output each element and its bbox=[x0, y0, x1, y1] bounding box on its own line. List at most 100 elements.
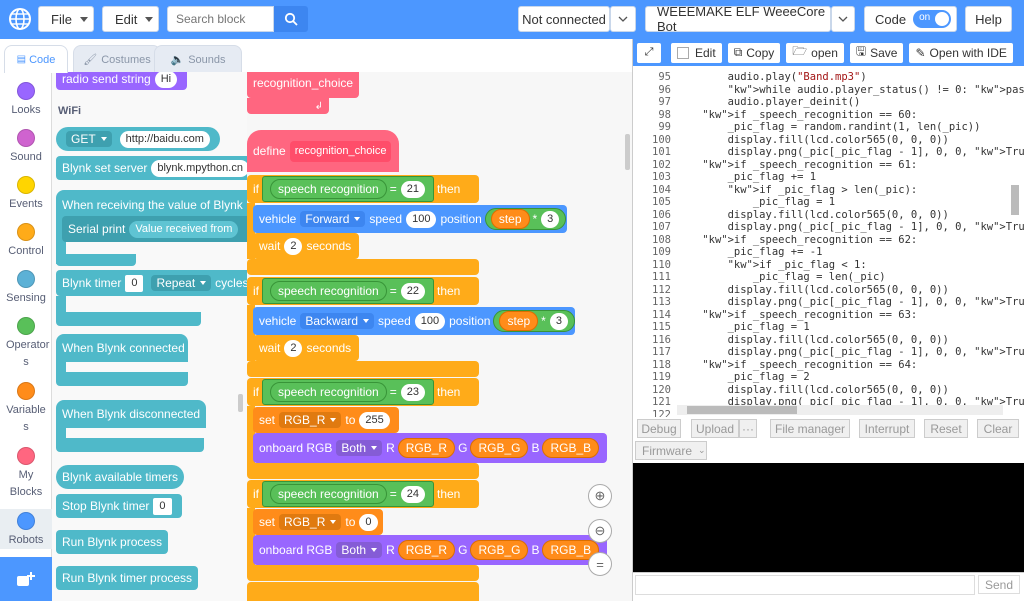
run-blynk-timer-process-block[interactable]: Run Blynk timer process bbox=[56, 566, 199, 590]
code-editor[interactable]: 95 audio.play("Band.mp3") 96 "kw">while a… bbox=[633, 67, 1024, 417]
set-variable-block[interactable]: set RGB_R to 0 bbox=[253, 509, 383, 535]
speed-input[interactable]: 100 bbox=[414, 312, 446, 330]
http-get-block[interactable]: GET http://baidu.com bbox=[56, 127, 220, 151]
search-button[interactable] bbox=[274, 6, 308, 32]
expand-button[interactable]: ⤢ bbox=[637, 42, 661, 63]
equals-operator[interactable]: speech recognition = 24 bbox=[262, 481, 434, 507]
category-my-blocks[interactable]: My Blocks bbox=[0, 447, 52, 501]
zoom-reset-button[interactable]: = bbox=[588, 552, 612, 576]
open-with-ide-button[interactable]: ✎ Open with IDE bbox=[909, 42, 1013, 63]
if-block-21[interactable]: if speech recognition = 21 then bbox=[247, 175, 479, 203]
vehicle-block[interactable]: vehicle Backward speed 100 position step * 3 bbox=[253, 307, 575, 335]
direction-dropdown[interactable]: Forward bbox=[300, 211, 366, 227]
direction-dropdown[interactable]: Backward bbox=[300, 313, 375, 329]
category-looks[interactable]: Looks bbox=[0, 82, 52, 119]
value-input[interactable]: 3 bbox=[549, 312, 568, 330]
zoom-out-button[interactable]: ⊖ bbox=[588, 519, 612, 543]
speech-recognition-reporter[interactable]: speech recognition bbox=[270, 179, 387, 199]
tab-costumes[interactable]: 🖌 Costumes bbox=[73, 45, 161, 73]
tab-sounds[interactable]: 🔈 Sounds bbox=[154, 45, 242, 73]
value-input[interactable]: 0 bbox=[359, 513, 378, 531]
toggle-switch[interactable]: on bbox=[913, 10, 952, 28]
speech-recognition-reporter[interactable]: speech recognition bbox=[270, 281, 387, 301]
category-operators[interactable]: Operator s bbox=[0, 317, 52, 371]
code-toggle[interactable]: Code on bbox=[864, 6, 957, 32]
category-control[interactable]: Control bbox=[0, 223, 52, 260]
value-input[interactable]: 24 bbox=[400, 485, 425, 503]
blynk-timer-block[interactable]: Blynk timer 0 Repeat cycles bbox=[56, 270, 247, 296]
led-dropdown[interactable]: Both bbox=[336, 440, 383, 456]
wait-block[interactable]: wait 2 seconds bbox=[253, 335, 359, 361]
help-button[interactable]: Help bbox=[965, 6, 1012, 32]
globe-icon[interactable] bbox=[8, 7, 32, 31]
speed-input[interactable]: 100 bbox=[406, 210, 437, 228]
value-input[interactable]: 23 bbox=[400, 383, 425, 401]
if-block-22[interactable]: if speech recognition = 22 then bbox=[247, 277, 479, 305]
zoom-in-button[interactable]: ⊕ bbox=[588, 484, 612, 508]
connection-dropdown[interactable] bbox=[610, 6, 636, 32]
device-select[interactable]: WEEEMAKE ELF WeeeCore Bot bbox=[645, 4, 831, 34]
blynk-available-timers-block[interactable]: Blynk available timers bbox=[56, 465, 185, 489]
value-input[interactable]: 22 bbox=[400, 282, 425, 300]
timer-input[interactable]: 0 bbox=[153, 497, 172, 515]
blynk-connected-hat[interactable]: When Blynk connected bbox=[56, 334, 188, 362]
interrupt-button[interactable]: Interrupt bbox=[859, 419, 915, 438]
multiply-operator[interactable]: step * 3 bbox=[484, 208, 567, 230]
multiply-operator[interactable]: step * 3 bbox=[493, 310, 575, 332]
server-input[interactable]: blynk.mpython.cn bbox=[151, 159, 247, 177]
step-variable[interactable]: step bbox=[490, 209, 530, 229]
palette-scrollbar[interactable] bbox=[238, 394, 243, 412]
speech-recognition-reporter[interactable]: speech recognition bbox=[270, 484, 387, 504]
blynk-server-block[interactable]: Blynk set server blynk.mpython.cn bbox=[56, 156, 247, 180]
search-input[interactable] bbox=[167, 6, 274, 32]
edit-code-button[interactable]: Edit bbox=[671, 42, 722, 63]
rgb-b-variable[interactable]: RGB_B bbox=[542, 438, 600, 458]
code-horizontal-scrollbar[interactable] bbox=[677, 405, 1003, 415]
define-argument[interactable]: recognition_choice bbox=[289, 140, 392, 162]
clear-button[interactable]: Clear bbox=[977, 419, 1019, 438]
recognition-call-block[interactable]: recognition_choice bbox=[247, 72, 359, 98]
wait-block[interactable]: wait 2 seconds bbox=[253, 233, 359, 259]
extension-button[interactable] bbox=[0, 557, 52, 601]
equals-operator[interactable]: speech recognition = 21 bbox=[262, 176, 434, 202]
category-robots[interactable]: Robots bbox=[0, 509, 52, 549]
variable-dropdown[interactable]: RGB_R bbox=[279, 412, 342, 428]
step-variable[interactable]: step bbox=[499, 311, 539, 331]
block-input[interactable]: Hi bbox=[154, 72, 178, 88]
rgb-r-variable[interactable]: RGB_R bbox=[397, 438, 456, 458]
url-input[interactable]: http://baidu.com bbox=[119, 130, 210, 148]
device-dropdown[interactable] bbox=[831, 6, 855, 32]
copy-button[interactable]: ⧉ Copy bbox=[727, 42, 781, 63]
repeat-dropdown[interactable]: Repeat bbox=[151, 275, 212, 291]
connection-status[interactable]: Not connected bbox=[518, 6, 610, 32]
vehicle-block[interactable]: vehicle Forward speed 100 position step * 3 bbox=[253, 205, 567, 233]
file-manager-button[interactable]: File manager bbox=[770, 419, 850, 438]
stop-blynk-timer-block[interactable]: Stop Blynk timer 0 bbox=[56, 494, 182, 518]
code-vertical-scrollbar[interactable] bbox=[1011, 185, 1019, 215]
category-sound[interactable]: Sound bbox=[0, 129, 52, 166]
workspace-scrollbar[interactable] bbox=[625, 134, 630, 170]
serial-input[interactable] bbox=[635, 575, 975, 595]
method-dropdown[interactable]: GET bbox=[66, 131, 112, 147]
timer-input[interactable]: 0 bbox=[125, 274, 144, 292]
category-events[interactable]: Events bbox=[0, 176, 52, 213]
blynk-disconnected-hat[interactable]: When Blynk disconnected bbox=[56, 400, 206, 428]
open-button[interactable]: 🗁 open bbox=[786, 42, 844, 63]
serial-print-block[interactable]: Serial print Value received from bbox=[62, 216, 247, 242]
define-block[interactable]: define recognition_choice bbox=[247, 130, 399, 172]
tab-code[interactable]: ▤ Code bbox=[4, 45, 68, 73]
category-sensing[interactable]: Sensing bbox=[0, 270, 52, 307]
script-workspace[interactable]: recognition_choice ↲ define recognition_c… bbox=[247, 72, 632, 601]
value-input[interactable]: 255 bbox=[359, 411, 390, 429]
onboard-rgb-block[interactable]: onboard RGB Both R RGB_R G RGB_G B RGB_B bbox=[253, 433, 607, 463]
value-reporter[interactable]: Value received from bbox=[129, 220, 239, 238]
save-button[interactable]: 🖫 Save bbox=[849, 42, 904, 63]
send-button[interactable]: Send bbox=[978, 575, 1020, 594]
if-block-24[interactable]: if speech recognition = 24 then bbox=[247, 480, 479, 508]
rgb-r-variable[interactable]: RGB_R bbox=[397, 540, 456, 560]
value-input[interactable]: 3 bbox=[541, 210, 560, 228]
equals-operator[interactable]: speech recognition = 23 bbox=[262, 379, 434, 405]
rgb-g-variable[interactable]: RGB_G bbox=[470, 438, 529, 458]
if-block-23[interactable]: if speech recognition = 23 then bbox=[247, 378, 479, 406]
led-dropdown[interactable]: Both bbox=[336, 542, 383, 558]
